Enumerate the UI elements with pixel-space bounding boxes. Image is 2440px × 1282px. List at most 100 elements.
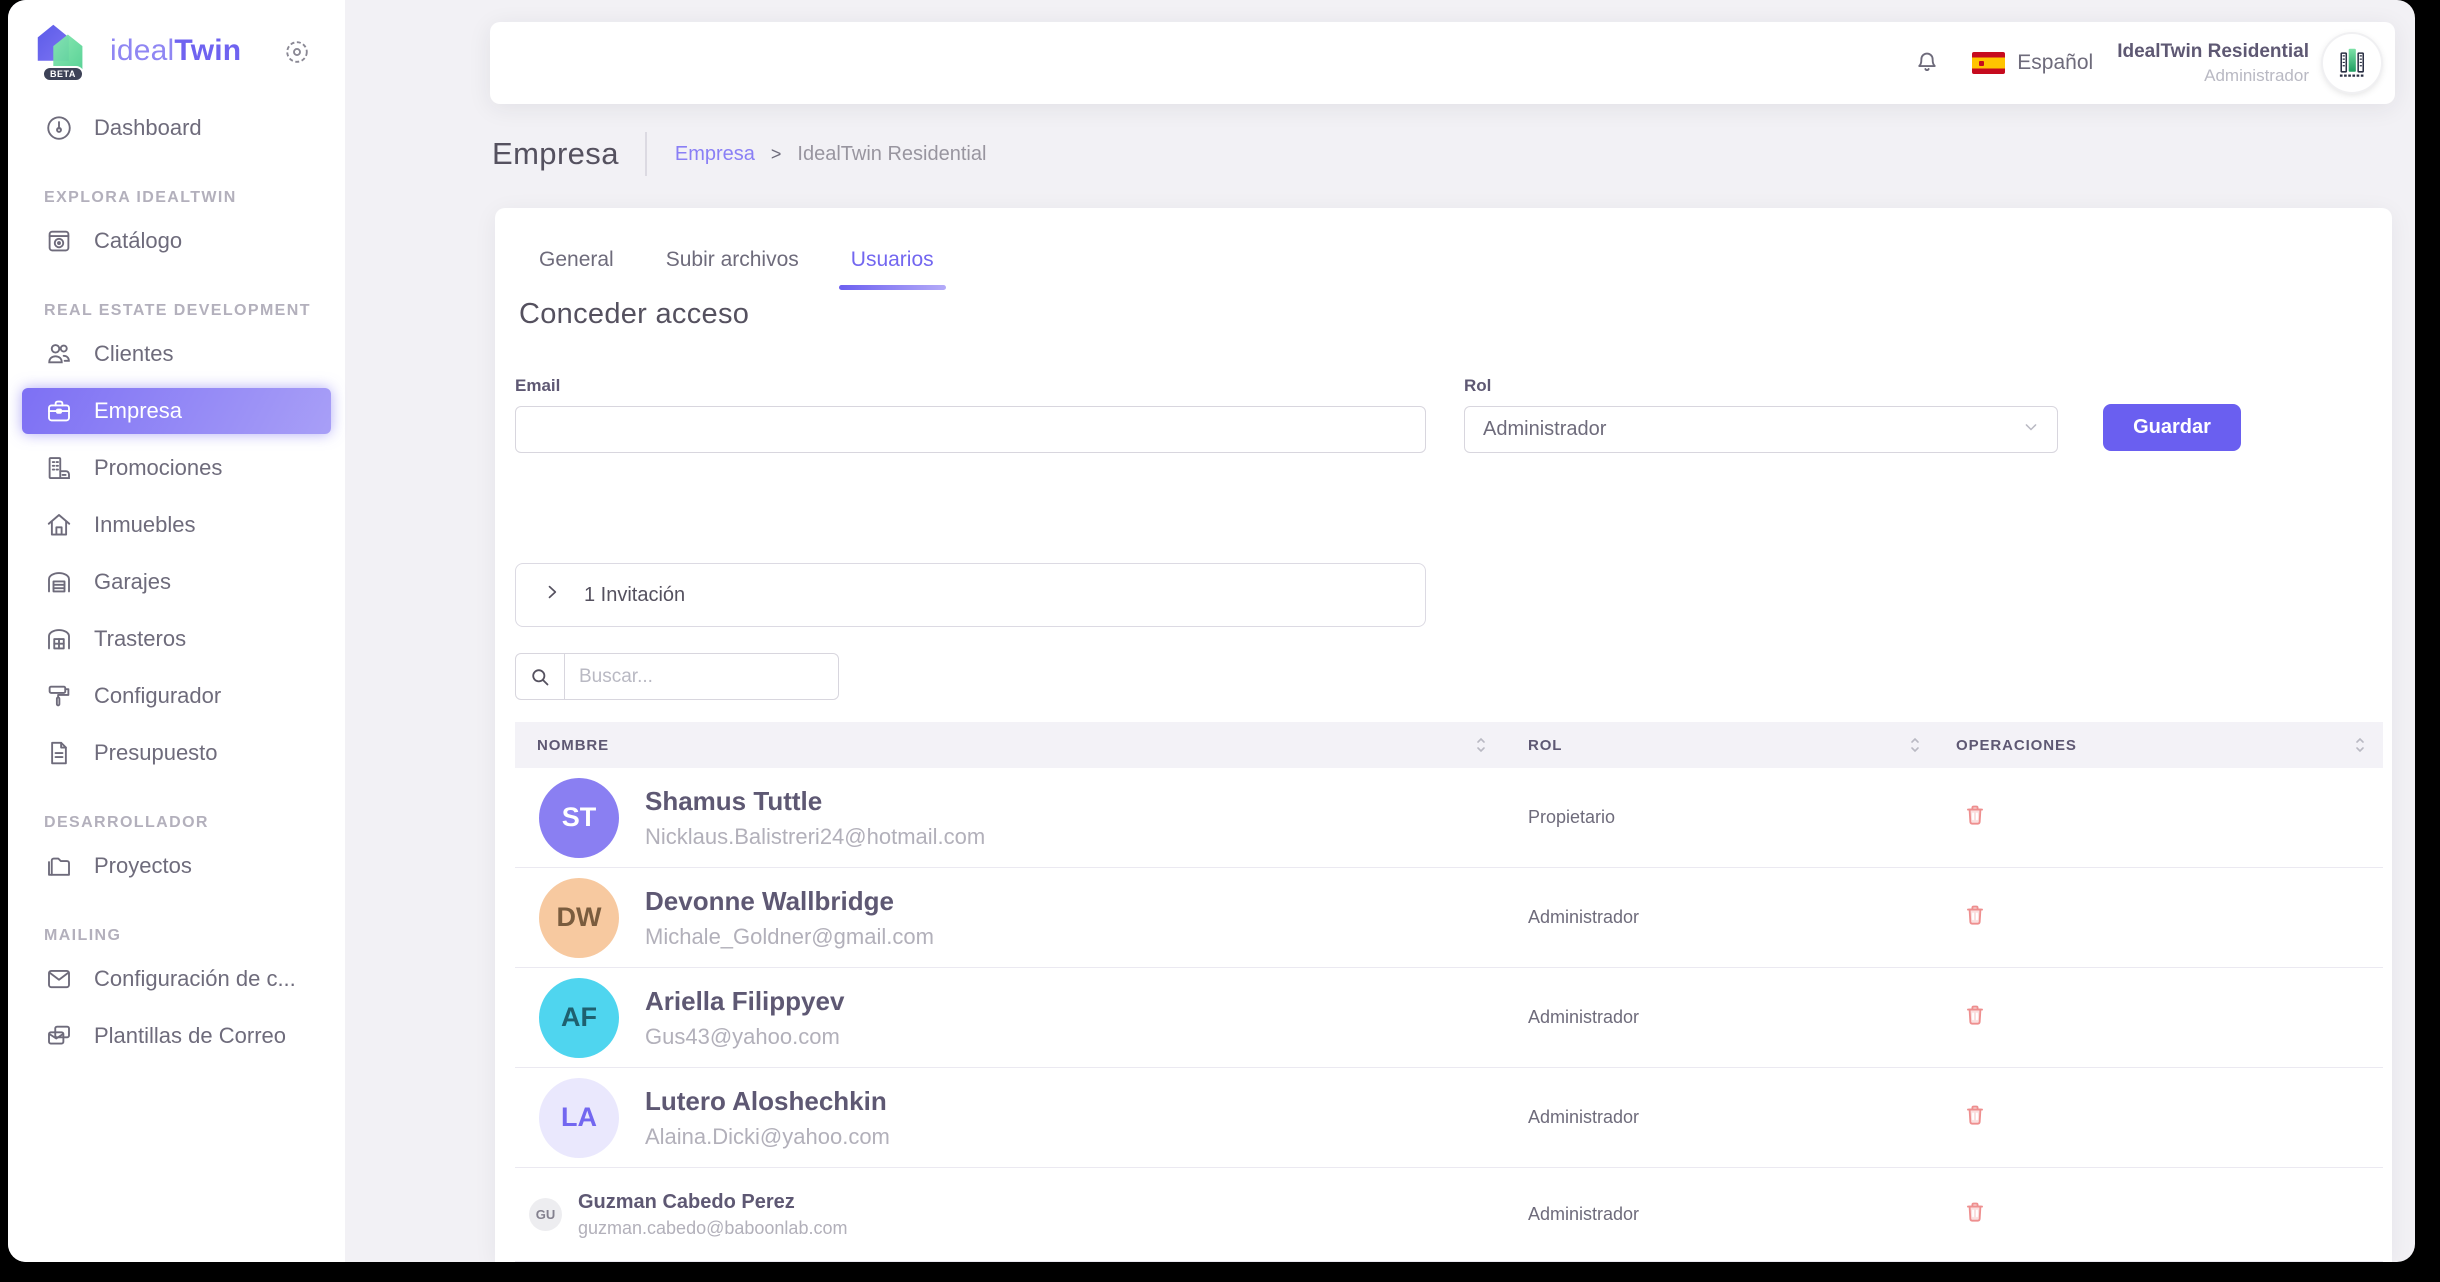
delete-user-button[interactable] [1962,1102,1988,1128]
user-email: guzman.cabedo@baboonlab.com [578,1218,847,1239]
language-switcher[interactable]: Español [1972,51,2093,75]
table-row: ST Shamus Tuttle Nicklaus.Balistreri24@h… [515,768,2383,868]
top-bar: Español IdealTwin Residential Administra… [490,22,2395,104]
language-label: Español [2017,51,2093,75]
sidebar-item-dashboard[interactable]: Dashboard [8,105,331,151]
table-row: AF Ariella Filippyev Gus43@yahoo.com Adm… [515,968,2383,1068]
brand-houses-icon: BETA [30,18,96,84]
sidebar-section-explora: EXPLORA IDEALTWIN [8,189,331,207]
avatar: DW [539,878,619,958]
sidebar-item-inmuebles[interactable]: Inmuebles [8,502,331,548]
trash-icon [1962,1199,1988,1225]
brand-logo[interactable]: BETA idealTwin [30,18,241,84]
sort-icon[interactable] [1908,735,1922,755]
avatar: AF [539,978,619,1058]
column-header-rol[interactable]: ROL [1528,722,1956,768]
sidebar-item-promociones[interactable]: Promociones [8,445,331,491]
page-head: Empresa Empresa > IdealTwin Residential [492,132,986,176]
account-menu[interactable]: IdealTwin Residential Administrador [2117,41,2309,86]
table-row: GU Guzman Cabedo Perez guzman.cabedo@bab… [515,1168,2383,1262]
trash-icon [1962,1102,1988,1128]
sidebar-item-clientes[interactable]: Clientes [8,331,331,377]
avatar: GU [529,1198,562,1231]
divider [645,132,647,176]
trash-icon [1962,802,1988,828]
chevron-right-icon [542,582,562,608]
sort-icon[interactable] [1474,735,1488,755]
sidebar-item-plantillas-correo[interactable]: Plantillas de Correo [8,1013,331,1059]
trash-icon [1962,902,1988,928]
delete-user-button[interactable] [1962,802,1988,828]
search-icon[interactable] [516,654,565,699]
sidebar-item-presupuesto[interactable]: Presupuesto [8,730,331,776]
column-header-nombre[interactable]: NOMBRE [515,722,1528,768]
user-email: Michale_Goldner@gmail.com [645,924,934,950]
brand-name: idealTwin [110,34,241,68]
trash-icon [1962,1002,1988,1028]
avatar: LA [539,1078,619,1158]
sidebar-item-garajes[interactable]: Garajes [8,559,331,605]
user-cell: LA Lutero Aloshechkin Alaina.Dicki@yahoo… [515,1078,1528,1158]
sidebar-item-empresa[interactable]: Empresa [22,388,331,434]
user-name: Devonne Wallbridge [645,886,934,917]
user-email: Nicklaus.Balistreri24@hotmail.com [645,824,985,850]
tab-general[interactable]: General [539,248,614,290]
sidebar-item-trasteros[interactable]: Trasteros [8,616,331,662]
sidebar-settings-icon[interactable] [283,38,311,71]
email-field-group: Email [515,376,1426,453]
company-avatar[interactable] [2323,34,2381,92]
user-cell: AF Ariella Filippyev Gus43@yahoo.com [515,978,1528,1058]
breadcrumb-link-empresa[interactable]: Empresa [675,143,755,166]
notifications-bell-icon[interactable] [1912,46,1942,81]
rol-select[interactable]: Administrador [1464,406,2058,453]
rol-select-value: Administrador [1483,418,1606,441]
mail-templates-icon [44,1021,74,1051]
tab-bar: General Subir archivos Usuarios [539,248,934,290]
invitations-accordion[interactable]: 1 Invitación [515,563,1426,627]
content-card: General Subir archivos Usuarios Conceder… [495,208,2392,1262]
account-role: Administrador [2117,66,2309,86]
delete-user-button[interactable] [1962,1002,1988,1028]
user-role: Administrador [1528,907,1956,928]
garage-icon [44,567,74,597]
sidebar-menu: Dashboard EXPLORA IDEALTWIN Catálogo REA… [8,94,345,1059]
users-table: NOMBRE ROL OPERACIONES ST Shamus Tuttl [515,722,2383,1262]
delete-user-button[interactable] [1962,902,1988,928]
user-role: Propietario [1528,807,1956,828]
user-role: Administrador [1528,1007,1956,1028]
paint-roller-icon [44,681,74,711]
folder-icon [44,851,74,881]
sidebar-section-desarrollador: DESARROLLADOR [8,814,331,832]
user-name: Guzman Cabedo Perez [578,1191,847,1214]
search-input[interactable] [565,654,838,699]
sidebar-item-configuracion-correo[interactable]: Configuración de c... [8,956,331,1002]
breadcrumb-current: IdealTwin Residential [797,143,986,166]
page-title: Empresa [492,136,619,172]
sidebar-item-proyectos[interactable]: Proyectos [8,843,331,889]
table-header: NOMBRE ROL OPERACIONES [515,722,2383,768]
tab-subir-archivos[interactable]: Subir archivos [666,248,799,290]
tab-usuarios[interactable]: Usuarios [851,248,934,290]
invitations-summary: 1 Invitación [584,584,685,607]
save-button[interactable]: Guardar [2103,404,2241,451]
delete-user-button[interactable] [1962,1199,1988,1225]
app-window: BETA idealTwin Dashboard EXPLORA IDEALTW… [8,0,2415,1262]
sidebar-item-configurador[interactable]: Configurador [8,673,331,719]
home-icon [44,510,74,540]
briefcase-icon [44,396,74,426]
user-name: Lutero Aloshechkin [645,1086,890,1117]
sidebar-item-catalogo[interactable]: Catálogo [8,218,331,264]
table-row: DW Devonne Wallbridge Michale_Goldner@gm… [515,868,2383,968]
user-cell: ST Shamus Tuttle Nicklaus.Balistreri24@h… [515,778,1528,858]
company-logo-icon [2330,41,2374,85]
email-input[interactable] [515,406,1426,453]
chevron-down-icon [2021,417,2041,443]
user-cell: GU Guzman Cabedo Perez guzman.cabedo@bab… [515,1191,1528,1239]
column-header-operaciones[interactable]: OPERACIONES [1956,722,2383,768]
breadcrumb-separator: > [771,144,782,165]
sidebar: BETA idealTwin Dashboard EXPLORA IDEALTW… [8,0,345,1262]
user-name: Shamus Tuttle [645,786,985,817]
spain-flag-icon [1972,52,2005,74]
user-email: Gus43@yahoo.com [645,1024,844,1050]
sort-icon[interactable] [2353,735,2367,755]
